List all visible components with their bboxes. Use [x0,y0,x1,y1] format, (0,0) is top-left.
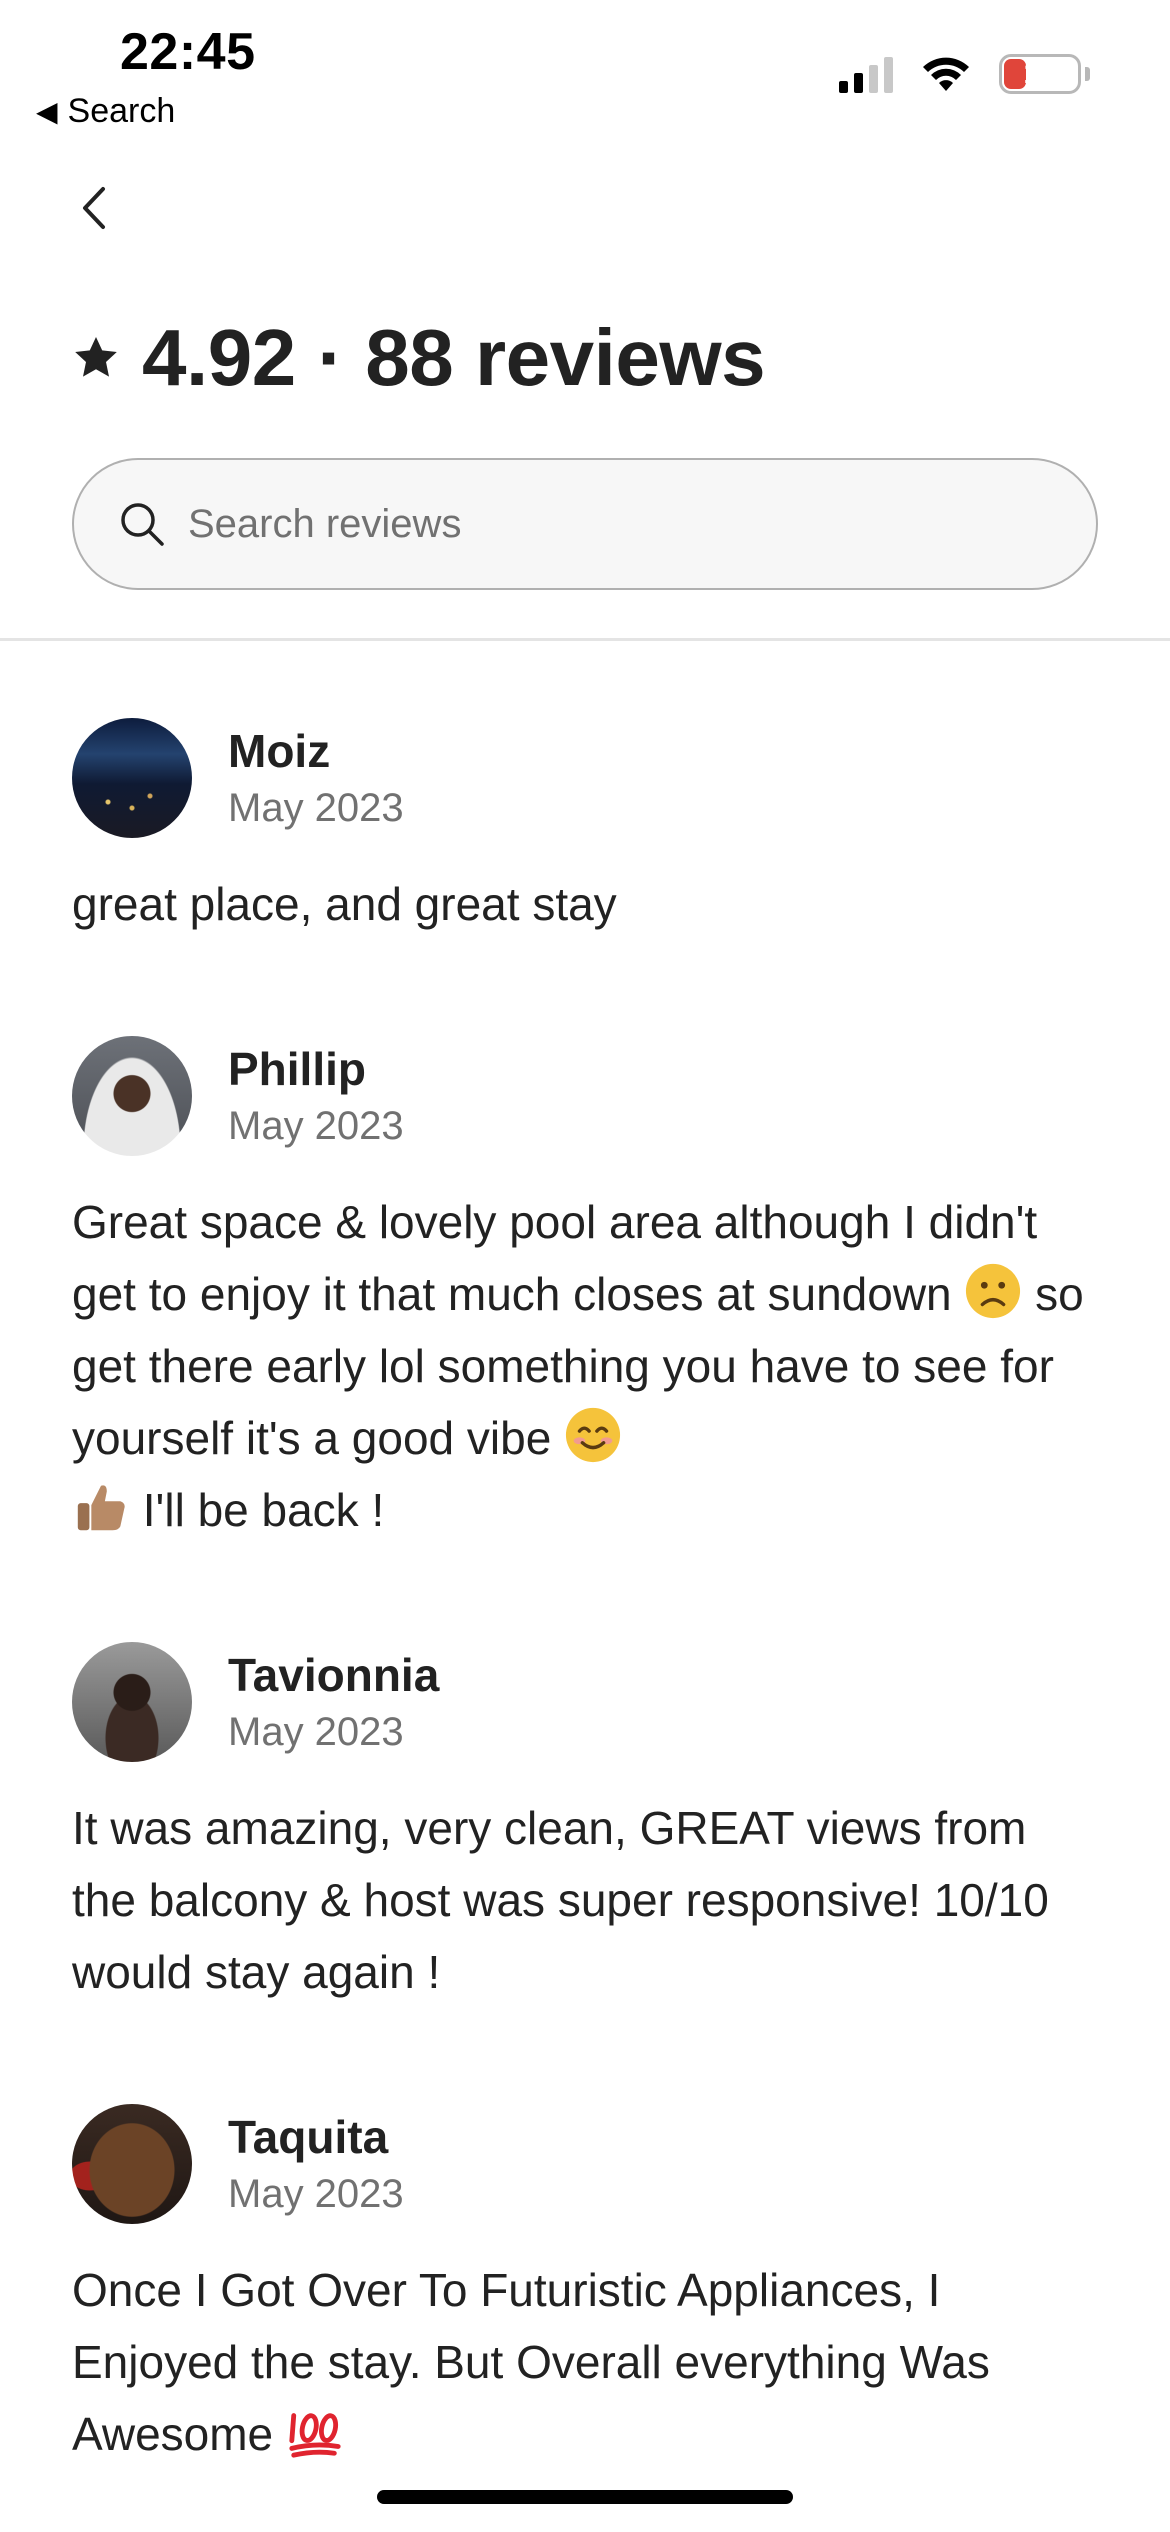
chevron-left-icon [83,187,105,229]
review-text-part: I'll be back ! [130,1484,385,1536]
review-text-part: Once I Got Over To Futuristic Appliances… [72,2264,990,2460]
reviews-screen: 22:45 ◀ Search 15 4.92 · 88 reviews Sear… [0,0,1170,2532]
star-icon [75,337,117,377]
reviewer-name: Moiz [228,725,331,777]
hundred-points-icon [289,2413,341,2458]
back-to-search-link[interactable]: ◀ Search [36,92,175,131]
review-text-part: Great space & lovely pool area although … [72,1196,1038,1320]
smiling-face-icon [565,1407,621,1463]
review-item: Tavionnia May 2023 It was amazing, very … [72,1642,1102,2008]
frowning-face-icon [966,1263,1021,1319]
home-indicator [377,2490,793,2504]
avatar[interactable] [72,1036,192,1156]
avatar[interactable] [72,718,192,838]
review-item: Moiz May 2023 great place, and great sta… [72,718,1102,940]
review-text: It was amazing, very clean, GREAT views … [72,1802,1049,1998]
avatar[interactable] [72,1642,192,1762]
battery-icon: 15 [999,54,1081,94]
review-text: great place, and great stay [72,878,617,930]
search-reviews-input[interactable]: Search reviews [72,458,1098,590]
reviewer-name: Tavionnia [228,1649,440,1701]
avatar[interactable] [72,2104,192,2224]
search-icon [121,503,164,546]
cellular-signal-icon [839,55,893,93]
review-item: Taquita May 2023 Once I Got Over To Futu… [72,2104,1102,2470]
status-time: 22:45 [120,23,256,81]
review-text: Once I Got Over To Futuristic Appliances… [72,2254,1102,2470]
review-date: May 2023 [228,2172,404,2216]
review-date: May 2023 [228,1710,404,1754]
back-app-label: Search [67,92,176,130]
reviewer-name: Phillip [228,1043,366,1095]
page-title: 4.92 · 88 reviews [142,313,766,402]
rating-header: 4.92 · 88 reviews [72,312,766,404]
wifi-icon [923,57,969,91]
review-date: May 2023 [228,1104,404,1148]
review-text: Great space & lovely pool area although … [72,1186,1102,1546]
status-indicators: 15 [839,54,1090,94]
review-date: May 2023 [228,786,404,830]
header-divider [0,638,1170,641]
back-triangle-icon: ◀ [36,96,58,127]
battery-tip [1085,67,1090,81]
battery-level: 15 [1023,57,1057,90]
reviewer-name: Taquita [228,2111,389,2163]
thumbs-up-icon [77,1485,125,1531]
back-button[interactable] [66,180,122,236]
review-item: Phillip May 2023 Great space & lovely po… [72,1036,1102,1546]
search-placeholder: Search reviews [188,501,462,546]
